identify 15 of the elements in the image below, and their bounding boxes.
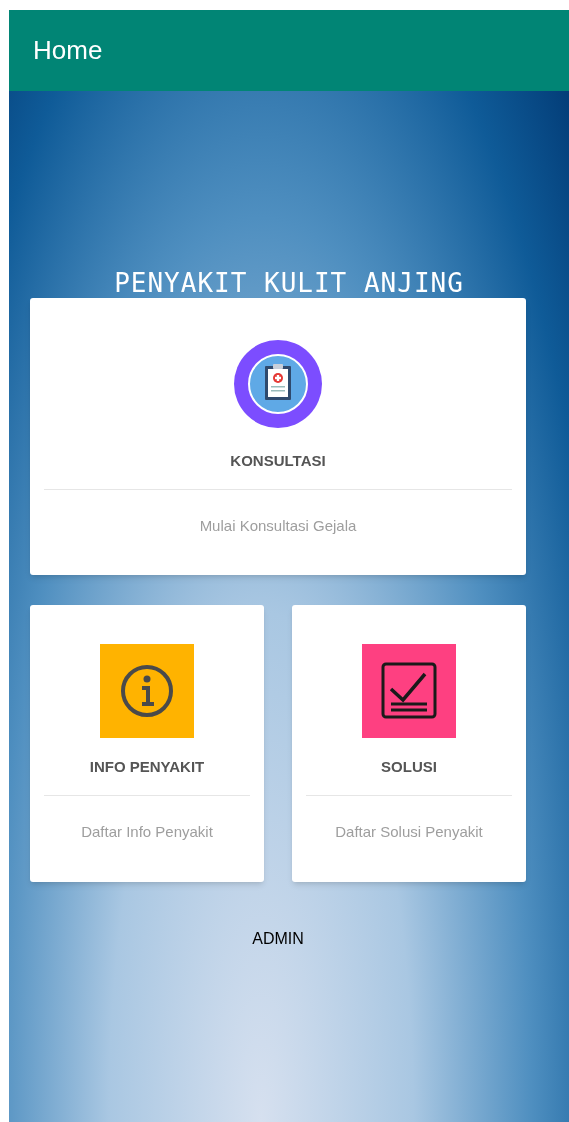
clipboard-icon — [234, 340, 322, 428]
menu-card[interactable]: KONSULTASI Mulai Konsultasi Gejala — [30, 298, 526, 575]
card-title: SOLUSI — [381, 757, 437, 777]
page-heading: PENYAKIT KULIT ANJING — [114, 267, 464, 299]
card-subtitle: Mulai Konsultasi Gejala — [199, 515, 357, 536]
card-title: KONSULTASI — [230, 451, 326, 471]
card-subtitle: Daftar Solusi Penyakit — [335, 821, 483, 842]
card-title: INFO PENYAKIT — [89, 757, 205, 777]
info-icon — [100, 644, 194, 738]
card-subtitle: Daftar Info Penyakit — [81, 821, 213, 842]
menu-card[interactable]: SOLUSI Daftar Solusi Penyakit — [292, 605, 526, 882]
menu-card[interactable]: INFO PENYAKIT Daftar Info Penyakit — [30, 605, 264, 882]
checklist-icon — [362, 644, 456, 738]
admin-link[interactable]: ADMIN — [252, 927, 304, 951]
app-bar-title: Home — [33, 34, 103, 67]
